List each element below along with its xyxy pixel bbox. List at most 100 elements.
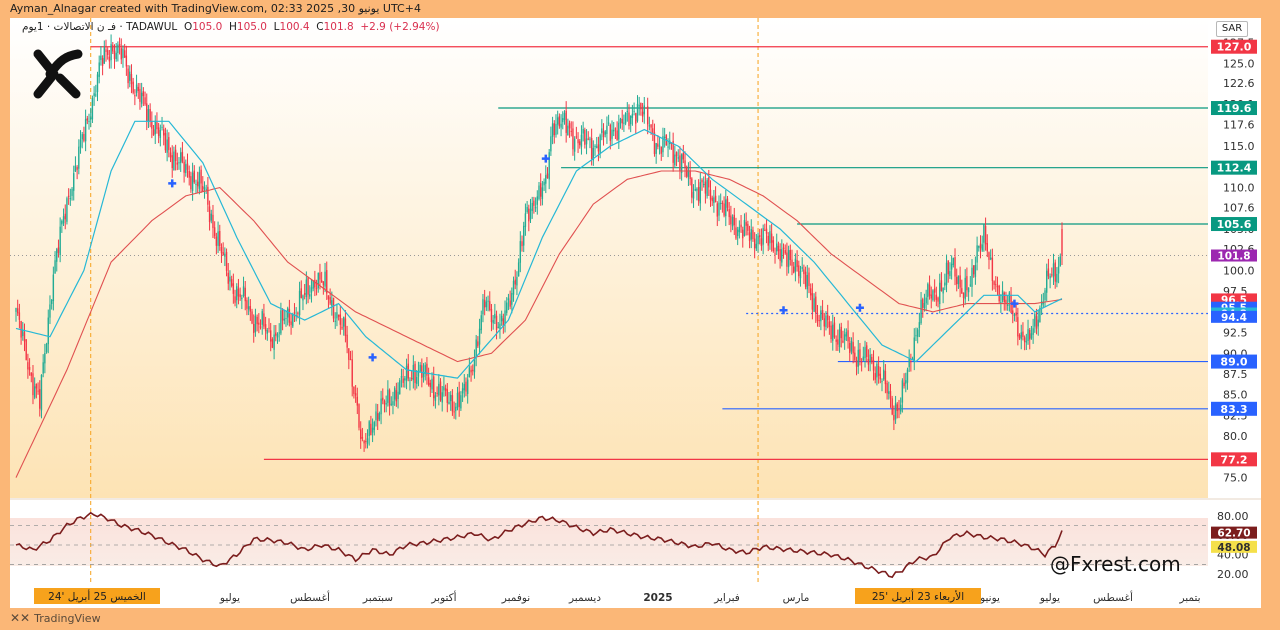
candle-body xyxy=(412,364,415,380)
candle-body xyxy=(1027,329,1029,341)
candle-body xyxy=(813,298,815,312)
candle-body xyxy=(809,288,812,296)
candle-body xyxy=(254,315,257,333)
candle-body xyxy=(582,129,584,134)
candle-body xyxy=(181,151,184,162)
candle-body xyxy=(334,320,336,322)
candle-body xyxy=(1006,304,1009,306)
candle-body xyxy=(322,281,325,286)
candle-body xyxy=(646,106,649,125)
candle-body xyxy=(1054,262,1056,282)
candle-body xyxy=(22,330,24,337)
candle-body xyxy=(371,427,374,433)
candle-body xyxy=(478,328,481,345)
candle-body xyxy=(444,388,447,391)
candle-body xyxy=(315,288,318,290)
candle-body xyxy=(224,253,226,257)
candle-body xyxy=(877,366,880,376)
candle-body xyxy=(913,337,915,361)
candle-body xyxy=(607,122,610,124)
candle-body xyxy=(850,341,853,352)
candle-body xyxy=(820,310,822,322)
candle-body xyxy=(473,359,476,373)
candle-body xyxy=(648,125,651,127)
candle-body xyxy=(1030,333,1033,339)
candle-body xyxy=(117,44,119,53)
candle-body xyxy=(139,88,141,102)
candle-body xyxy=(1015,312,1017,316)
candle-body xyxy=(112,45,114,52)
candle-body xyxy=(174,149,177,162)
candle-body xyxy=(1023,337,1026,343)
candle-body xyxy=(556,117,559,125)
candle-body xyxy=(356,396,359,406)
candle-body xyxy=(843,334,846,341)
x-axis-tick-label: فبراير xyxy=(713,592,740,604)
candle-body xyxy=(628,112,630,126)
candle-body xyxy=(1034,314,1036,327)
candle-body xyxy=(115,52,117,60)
candle-body xyxy=(149,108,151,122)
price-chart[interactable]: 127.5125.0122.6120.1117.6115.0112.5110.0… xyxy=(10,18,1261,608)
tradingview-brand: TradingView xyxy=(34,612,101,625)
candle-body xyxy=(956,277,958,285)
candle-body xyxy=(45,343,48,353)
candle-body xyxy=(910,361,912,363)
candle-body xyxy=(397,391,399,400)
candle-body xyxy=(159,129,162,138)
candle-body xyxy=(584,129,586,145)
candle-body xyxy=(66,198,68,222)
candle-body xyxy=(393,388,396,400)
candle-body xyxy=(229,276,231,282)
candle-body xyxy=(684,160,686,168)
candle-body xyxy=(838,329,841,348)
candle-body xyxy=(725,199,727,217)
candle-body xyxy=(899,404,902,412)
candle-body xyxy=(402,378,404,383)
candle-body xyxy=(551,123,554,137)
candle-body xyxy=(645,107,647,109)
candle-body xyxy=(225,251,228,271)
chart-frame[interactable]: 127.5125.0122.6120.1117.6115.0112.5110.0… xyxy=(10,18,1261,608)
candle-body xyxy=(855,360,858,367)
candle-body xyxy=(487,300,489,302)
candle-body xyxy=(466,379,469,394)
candle-body xyxy=(545,175,547,184)
x-axis-tick-label: 2025 xyxy=(643,592,672,604)
candle-body xyxy=(686,166,688,177)
candle-body xyxy=(446,389,449,403)
candle-body xyxy=(898,409,900,411)
high-value: 105.0 xyxy=(236,21,267,33)
x-axis-tick-label: يوليو xyxy=(219,592,240,604)
candle-body xyxy=(222,252,224,256)
candle-body xyxy=(883,369,885,380)
candle-body xyxy=(1049,276,1051,279)
candle-body xyxy=(507,298,510,301)
candle-body xyxy=(767,235,769,246)
candle-body xyxy=(655,143,657,154)
candle-body xyxy=(896,404,898,412)
candle-body xyxy=(137,86,139,92)
candle-body xyxy=(881,381,883,383)
candle-body xyxy=(587,138,589,140)
currency-button[interactable]: SAR xyxy=(1216,21,1248,37)
candle-body xyxy=(1046,270,1048,293)
candle-body xyxy=(674,154,676,166)
candle-body xyxy=(969,284,972,286)
candle-body xyxy=(721,202,724,204)
candle-body xyxy=(101,58,104,66)
candle-body xyxy=(860,361,863,363)
candle-body xyxy=(760,238,763,246)
candle-body xyxy=(835,339,837,342)
candle-body xyxy=(465,381,467,392)
candle-body xyxy=(852,342,854,354)
candle-body xyxy=(497,326,499,328)
candle-body xyxy=(757,235,759,245)
candle-body xyxy=(528,208,530,222)
candle-body xyxy=(777,245,780,252)
candle-body xyxy=(414,363,416,384)
candle-body xyxy=(816,314,819,322)
candle-body xyxy=(273,334,275,350)
candle-body xyxy=(1029,329,1031,340)
candle-body xyxy=(745,222,747,226)
